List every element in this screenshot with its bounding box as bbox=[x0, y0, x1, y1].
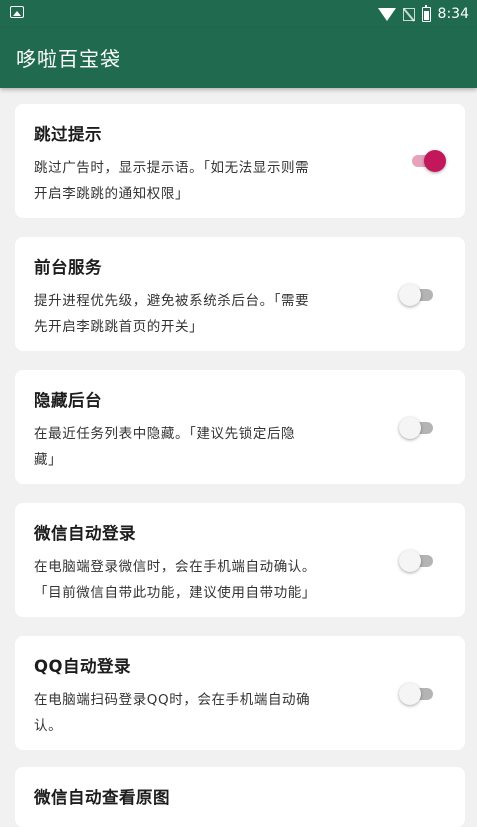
battery-charging-icon bbox=[421, 4, 431, 22]
skip-tip-toggle[interactable] bbox=[410, 149, 446, 173]
setting-description-line: 「目前微信自带此功能，建议使用自带功能」 bbox=[34, 585, 316, 601]
setting-title: 前台服务 bbox=[34, 258, 102, 277]
setting-description-line: 提升进程优先级，避免被系统杀后台。「需要 bbox=[34, 293, 310, 309]
setting-description: 在电脑端扫码登录QQ时，会在手机端自动确 认。 bbox=[34, 687, 376, 739]
app-title: 哆啦百宝袋 bbox=[16, 47, 121, 71]
setting-description-line: 在电脑端扫码登录QQ时，会在手机端自动确 bbox=[34, 692, 311, 708]
status-icons: 8:34 bbox=[377, 3, 469, 25]
gallery-icon bbox=[10, 6, 24, 18]
setting-description-line: 先开启李跳跳首页的开关」 bbox=[34, 319, 204, 335]
setting-description-line: 藏」 bbox=[34, 452, 63, 468]
toggle-thumb bbox=[399, 683, 421, 705]
toggle-thumb bbox=[424, 150, 446, 172]
setting-card-foreground-service[interactable]: 前台服务 提升进程优先级，避免被系统杀后台。「需要 先开启李跳跳首页的开关」 bbox=[15, 237, 465, 351]
setting-card-wechat-auto-login[interactable]: 微信自动登录 在电脑端登录微信时，会在手机端自动确认。 「目前微信自带此功能，建… bbox=[15, 503, 465, 617]
status-bar: 8:34 bbox=[0, 0, 477, 28]
setting-description-line: 在电脑端登录微信时，会在手机端自动确认。 bbox=[34, 559, 316, 575]
setting-title: 微信自动登录 bbox=[34, 524, 136, 543]
toggle-thumb bbox=[399, 417, 421, 439]
wechat-auto-login-toggle[interactable] bbox=[399, 549, 435, 573]
setting-card-hide-recents[interactable]: 隐藏后台 在最近任务列表中隐藏。「建议先锁定后隐 藏」 bbox=[15, 370, 465, 484]
setting-description: 在最近任务列表中隐藏。「建议先锁定后隐 藏」 bbox=[34, 421, 376, 473]
wifi-icon bbox=[377, 8, 396, 21]
setting-card-wechat-view-original[interactable]: 微信自动查看原图 bbox=[15, 767, 465, 827]
setting-title: 跳过提示 bbox=[34, 125, 102, 144]
foreground-service-toggle[interactable] bbox=[399, 283, 435, 307]
toggle-thumb bbox=[399, 550, 421, 572]
setting-description-line: 在最近任务列表中隐藏。「建议先锁定后隐 bbox=[34, 426, 296, 442]
setting-description-line: 跳过广告时，显示提示语。「如无法显示则需 bbox=[34, 160, 310, 176]
app-bar: 哆啦百宝袋 bbox=[0, 28, 477, 88]
setting-title: 微信自动查看原图 bbox=[34, 788, 170, 807]
hide-recents-toggle[interactable] bbox=[399, 416, 435, 440]
toggle-thumb bbox=[399, 284, 421, 306]
setting-description: 在电脑端登录微信时，会在手机端自动确认。 「目前微信自带此功能，建议使用自带功能… bbox=[34, 554, 376, 606]
setting-card-qq-auto-login[interactable]: QQ自动登录 在电脑端扫码登录QQ时，会在手机端自动确 认。 bbox=[15, 636, 465, 750]
status-time: 8:34 bbox=[437, 6, 469, 22]
setting-title: 隐藏后台 bbox=[34, 391, 102, 410]
setting-description: 提升进程优先级，避免被系统杀后台。「需要 先开启李跳跳首页的开关」 bbox=[34, 288, 376, 340]
no-signal-icon bbox=[402, 7, 415, 21]
setting-title: QQ自动登录 bbox=[34, 657, 132, 676]
setting-card-skip-tip[interactable]: 跳过提示 跳过广告时，显示提示语。「如无法显示则需 开启李跳跳的通知权限」 bbox=[15, 104, 465, 218]
setting-description-line: 认。 bbox=[34, 718, 63, 734]
qq-auto-login-toggle[interactable] bbox=[399, 682, 435, 706]
setting-description: 跳过广告时，显示提示语。「如无法显示则需 开启李跳跳的通知权限」 bbox=[34, 155, 376, 207]
setting-description-line: 开启李跳跳的通知权限」 bbox=[34, 186, 190, 202]
